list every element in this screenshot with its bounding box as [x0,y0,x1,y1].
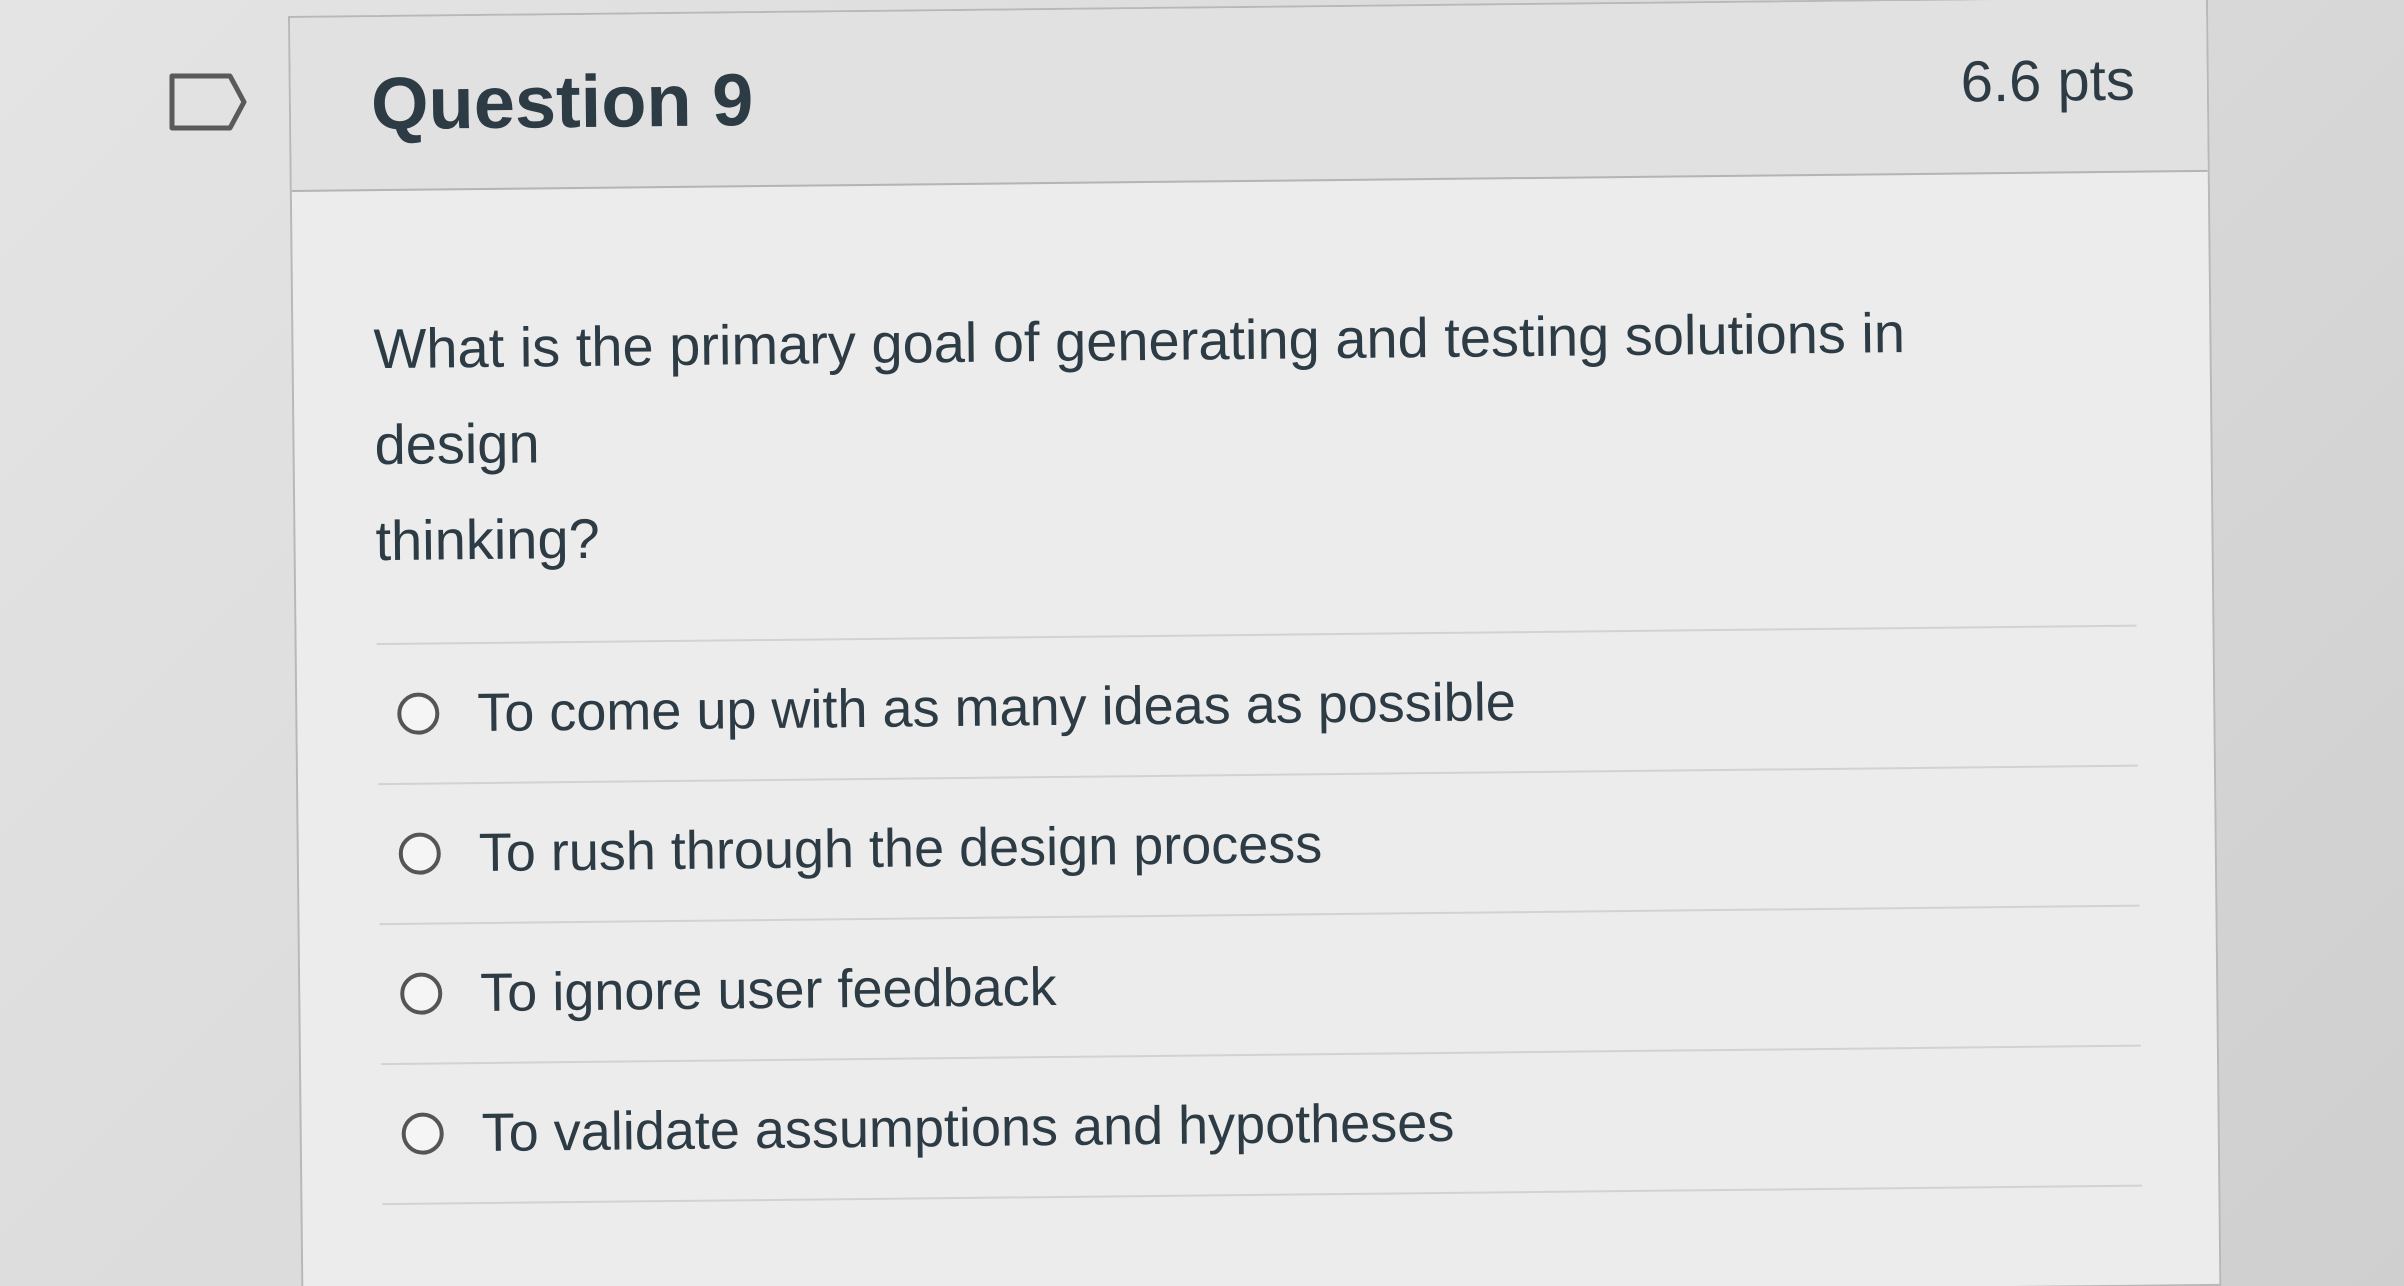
flag-question-button[interactable] [168,72,248,132]
quiz-page: Question 9 6.6 pts What is the primary g… [0,0,2404,1286]
answer-option[interactable]: To come up with as many ideas as possibl… [376,626,2138,786]
answer-label: To ignore user feedback [479,957,1057,1024]
answer-label: To rush through the design process [478,814,1323,884]
question-text: What is the primary goal of generating a… [373,284,2036,589]
answer-option[interactable]: To rush through the design process [378,766,2140,926]
answer-label: To come up with as many ideas as possibl… [476,672,1517,744]
radio-button[interactable] [400,972,443,1015]
question-text-line: thinking? [375,506,600,573]
flag-outline-icon [169,73,247,131]
question-card: Question 9 6.6 pts What is the primary g… [288,0,2222,1286]
question-body: What is the primary goal of generating a… [292,172,2219,1206]
radio-button[interactable] [398,832,441,875]
question-title: Question 9 [370,58,754,146]
radio-button[interactable] [401,1112,444,1155]
radio-button[interactable] [397,692,440,735]
answer-option[interactable]: To ignore user feedback [379,906,2141,1066]
question-points: 6.6 pts [1960,47,2136,115]
question-header: Question 9 6.6 pts [290,0,2208,192]
question-text-line: design [374,411,540,477]
answer-option[interactable]: To validate assumptions and hypotheses [380,1046,2143,1206]
question-text-line: What is the primary goal of generating a… [373,301,1906,381]
answer-list: To come up with as many ideas as possibl… [376,624,2143,1206]
answer-label: To validate assumptions and hypotheses [481,1092,1455,1164]
